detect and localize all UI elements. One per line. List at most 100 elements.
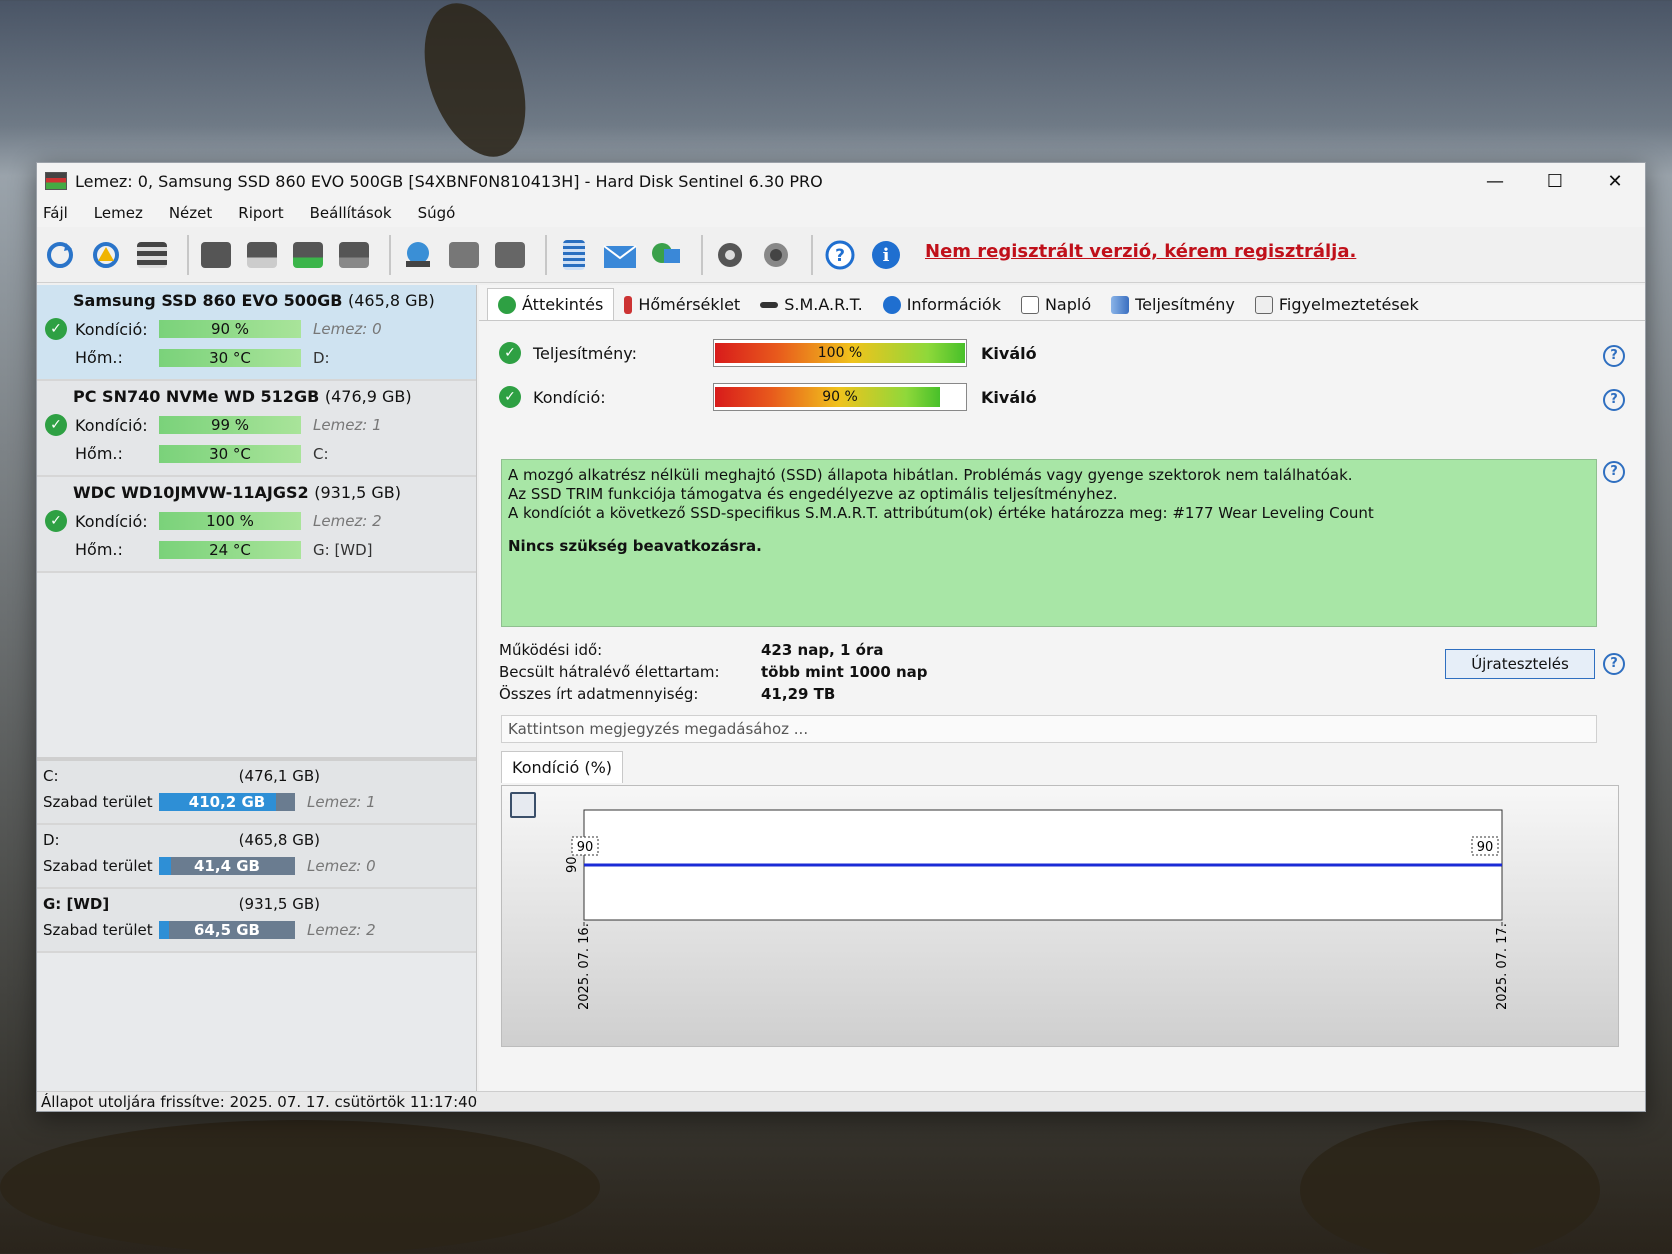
refresh-warning-icon[interactable] bbox=[87, 236, 125, 274]
disk-check-icon[interactable] bbox=[289, 236, 327, 274]
settings-icon[interactable] bbox=[711, 236, 749, 274]
check-icon: ✓ bbox=[45, 510, 67, 532]
disk-list-icon[interactable] bbox=[133, 236, 171, 274]
app-window: Lemez: 0, Samsung SSD 860 EVO 500GB [S4X… bbox=[36, 162, 1646, 1112]
check-icon bbox=[498, 295, 516, 314]
mail-icon[interactable] bbox=[601, 236, 639, 274]
detail-panel: Áttekintés Hőmérséklet S.M.A.R.T. Inform… bbox=[479, 285, 1645, 1093]
check-icon: ✓ bbox=[499, 386, 521, 408]
menu-beallitasok[interactable]: Beállítások bbox=[310, 204, 392, 222]
disk-list-empty-space bbox=[37, 573, 476, 757]
register-link[interactable]: Nem regisztrált verzió, kérem regisztrál… bbox=[925, 241, 1356, 262]
disk-index: Lemez: 2 bbox=[307, 921, 376, 939]
tab-attekintes[interactable]: Áttekintés bbox=[487, 288, 615, 320]
volume-name: G: [WD] bbox=[43, 895, 110, 913]
free-space-label: Szabad terület bbox=[43, 793, 153, 811]
disk-index: Lemez: 0 bbox=[307, 857, 376, 875]
menu-fajl[interactable]: Fájl bbox=[43, 204, 68, 222]
help-icon[interactable]: ? bbox=[1603, 345, 1625, 367]
refresh-icon[interactable] bbox=[41, 236, 79, 274]
export-icon[interactable] bbox=[491, 236, 529, 274]
check-icon: ✓ bbox=[499, 342, 521, 364]
volume-card-g[interactable]: G: [WD] (931,5 GB) Szabad terület 64,5 GB L… bbox=[37, 889, 476, 953]
disk-card-2[interactable]: WDC WD10JMVW-11AJGS2 (931,5 GB) ✓ Kondíci… bbox=[37, 477, 476, 573]
condition-bar: 90 % bbox=[159, 320, 301, 338]
disk-icon[interactable] bbox=[197, 236, 235, 274]
smart-icon bbox=[760, 301, 779, 308]
disk-card-0[interactable]: Samsung SSD 860 EVO 500GB (465,8 GB) ✓ Ko… bbox=[37, 285, 476, 381]
check-icon: ✓ bbox=[45, 318, 67, 340]
log-icon bbox=[1020, 295, 1039, 314]
volume-size: (465,8 GB) bbox=[238, 831, 320, 849]
menu-riport[interactable]: Riport bbox=[238, 204, 283, 222]
disk-search-icon[interactable] bbox=[335, 236, 373, 274]
alerts-icon bbox=[1254, 295, 1273, 314]
save-icon[interactable] bbox=[510, 792, 536, 818]
disk-clock-icon[interactable] bbox=[243, 236, 281, 274]
point-label: 90 bbox=[1477, 840, 1494, 855]
condition-chart: 90 2025. 07. 16. 90 2025. 07. 17. 90 bbox=[501, 785, 1619, 1047]
sound-icon[interactable] bbox=[757, 236, 795, 274]
volume-card-c[interactable]: C: (476,1 GB) Szabad terület 410,2 GB Lemez… bbox=[37, 761, 476, 825]
report-icon[interactable] bbox=[555, 236, 593, 274]
volume-name: D: bbox=[43, 831, 60, 849]
info-grid: Működési idő: 423 nap, 1 óra Becsült hátr… bbox=[499, 641, 928, 707]
menu-sugo[interactable]: Súgó bbox=[418, 204, 456, 222]
drive-letter: D: bbox=[313, 348, 330, 367]
window-title: Lemez: 0, Samsung SSD 860 EVO 500GB [S4X… bbox=[75, 171, 823, 191]
free-space-label: Szabad terület bbox=[43, 857, 153, 875]
disk-name: WDC WD10JMVW-11AJGS2 bbox=[73, 483, 309, 502]
condition-row: ✓ Kondíció: 90 % Kiváló bbox=[499, 383, 1037, 411]
info-icon bbox=[882, 295, 901, 314]
chart-tab-condition[interactable]: Kondíció (%) bbox=[501, 751, 624, 783]
status-line: A kondíciót a következő SSD-specifikus S… bbox=[508, 504, 1374, 522]
tab-smart[interactable]: S.M.A.R.T. bbox=[750, 289, 872, 320]
status-line: A mozgó alkatrész nélküli meghajtó (SSD)… bbox=[508, 466, 1353, 484]
performance-rating: Kiváló bbox=[981, 343, 1037, 363]
condition-bar: 100 % bbox=[159, 512, 301, 530]
disk-list-panel: Samsung SSD 860 EVO 500GB (465,8 GB) ✓ Ko… bbox=[37, 285, 477, 1093]
lifetime-label: Becsült hátralévő élettartam: bbox=[499, 663, 720, 681]
tab-teljesitmeny[interactable]: Teljesítmény bbox=[1101, 289, 1245, 320]
tab-informaciok[interactable]: Információk bbox=[873, 289, 1011, 320]
help-icon[interactable]: ? bbox=[1603, 461, 1625, 483]
temp-label: Hőm.: bbox=[75, 540, 123, 559]
tab-naplo[interactable]: Napló bbox=[1011, 289, 1101, 320]
disk-size: (465,8 GB) bbox=[347, 291, 435, 310]
written-label: Összes írt adatmennyiség: bbox=[499, 685, 699, 703]
volume-card-d[interactable]: D: (465,8 GB) Szabad terület 41,4 GB Lemez:… bbox=[37, 825, 476, 889]
disk-card-1[interactable]: PC SN740 NVMe WD 512GB (476,9 GB) ✓ Kondí… bbox=[37, 381, 476, 477]
minimize-button[interactable]: — bbox=[1465, 163, 1525, 199]
performance-bar: 100 % bbox=[713, 339, 967, 367]
status-summary: Nincs szükség beavatkozásra. bbox=[508, 537, 762, 555]
note-input[interactable]: Kattintson megjegyzés megadásához ... bbox=[501, 715, 1597, 743]
tab-homerseklet[interactable]: Hőmérséklet bbox=[614, 289, 750, 320]
retest-button[interactable]: Újratesztelés bbox=[1445, 649, 1595, 679]
help-icon[interactable]: ? bbox=[1603, 389, 1625, 411]
svg-text:i: i bbox=[883, 245, 890, 266]
free-space-bar: 410,2 GB bbox=[159, 793, 295, 811]
temp-label: Hőm.: bbox=[75, 444, 123, 463]
performance-row: ✓ Teljesítmény: 100 % Kiváló bbox=[499, 339, 1037, 367]
x-tick-label: 2025. 07. 17. bbox=[1495, 923, 1510, 1010]
tab-figyelmeztetesek[interactable]: Figyelmeztetések bbox=[1245, 289, 1429, 320]
help-icon[interactable]: ? bbox=[1603, 653, 1625, 675]
close-button[interactable]: ✕ bbox=[1585, 163, 1645, 199]
help-icon[interactable]: ? bbox=[821, 236, 859, 274]
temp-bar: 30 °C bbox=[159, 444, 301, 463]
network-icon[interactable] bbox=[647, 236, 685, 274]
maximize-button[interactable]: ☐ bbox=[1525, 163, 1585, 199]
title-bar: Lemez: 0, Samsung SSD 860 EVO 500GB [S4X… bbox=[37, 163, 1645, 199]
menu-lemez[interactable]: Lemez bbox=[94, 204, 143, 222]
disks-icon[interactable] bbox=[445, 236, 483, 274]
disk-size: (476,9 GB) bbox=[324, 387, 412, 406]
y-tick-label: 90 bbox=[565, 856, 580, 873]
info-icon[interactable]: i bbox=[867, 236, 905, 274]
tab-bar: Áttekintés Hőmérséklet S.M.A.R.T. Inform… bbox=[479, 285, 1645, 321]
performance-icon bbox=[1111, 295, 1130, 314]
lifetime-value: több mint 1000 nap bbox=[761, 663, 928, 681]
globe-icon[interactable] bbox=[399, 236, 437, 274]
menu-nezet[interactable]: Nézet bbox=[169, 204, 212, 222]
free-space-label: Szabad terület bbox=[43, 921, 153, 939]
free-space-bar: 64,5 GB bbox=[159, 921, 295, 939]
